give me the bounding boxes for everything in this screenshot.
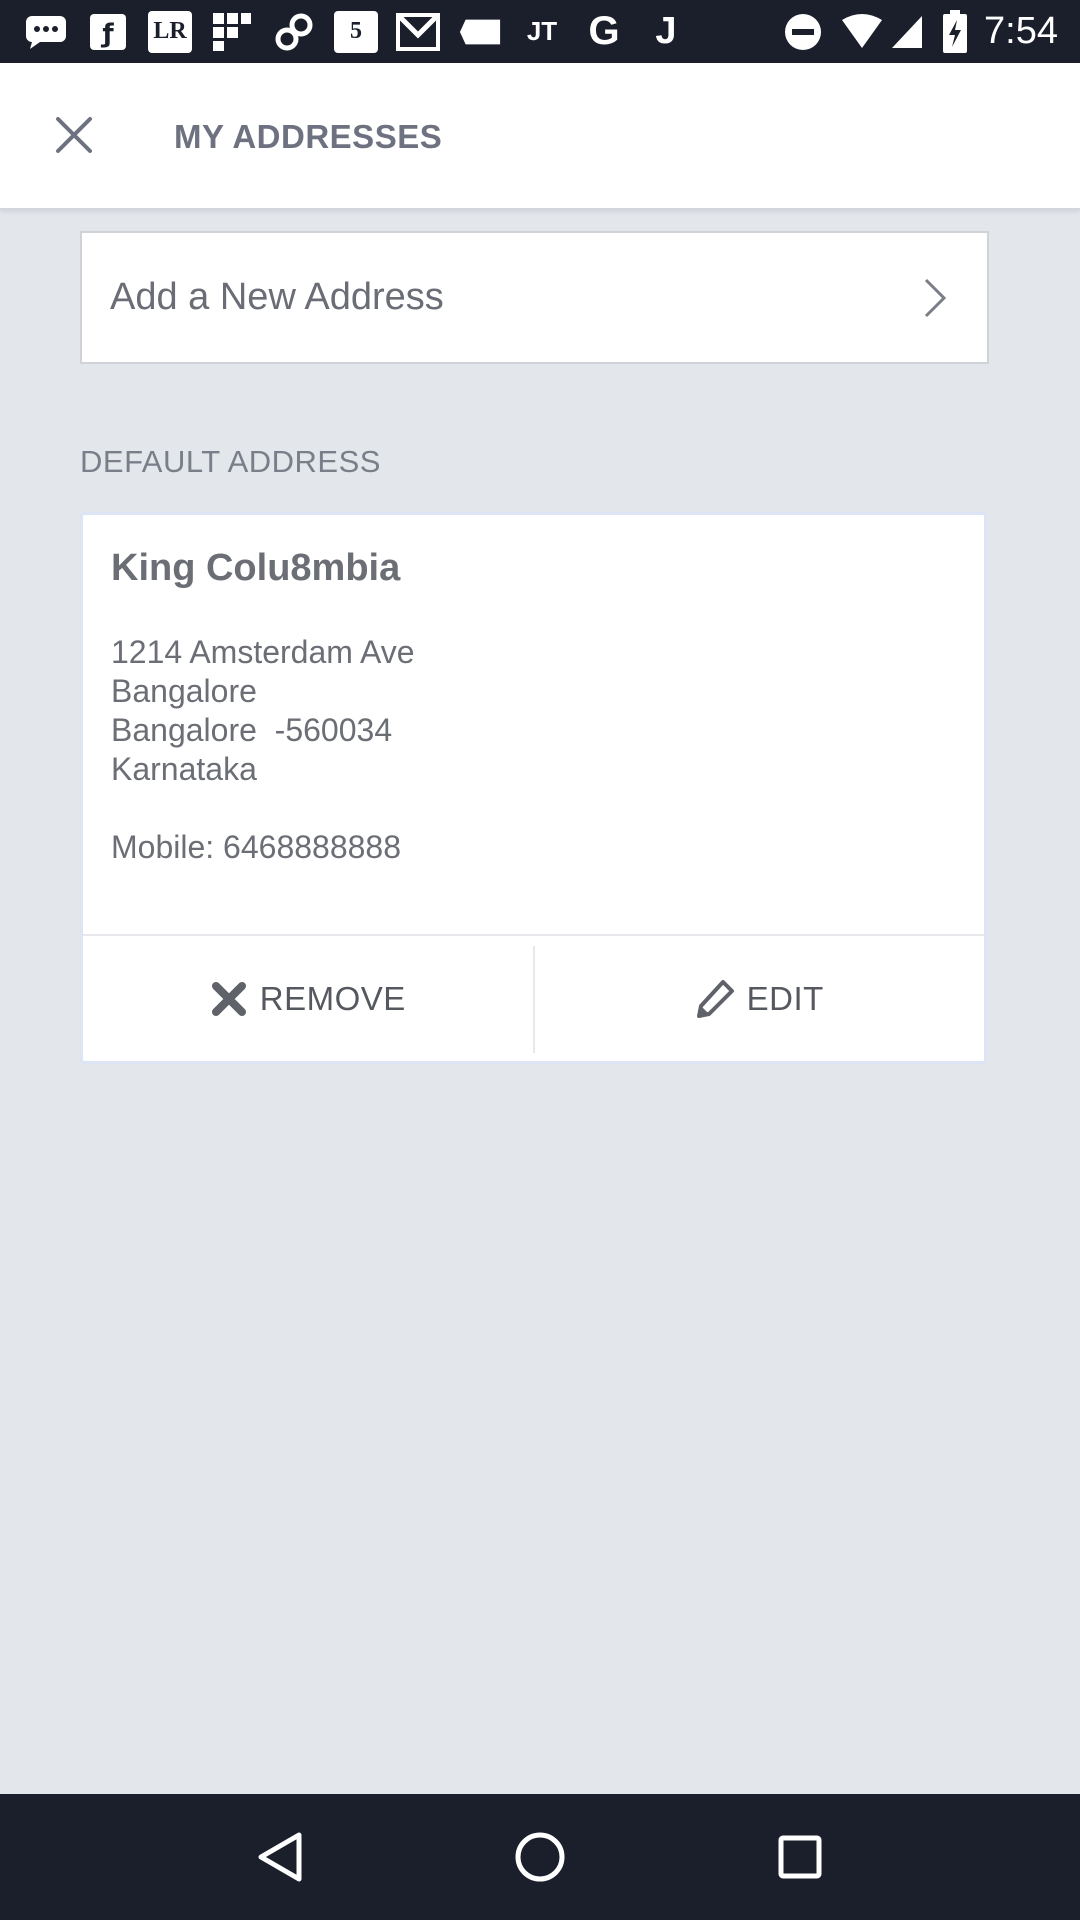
lyft-icon: ƒ bbox=[86, 10, 130, 54]
lr-icon: LR bbox=[148, 10, 192, 53]
edit-address-button[interactable]: EDIT bbox=[535, 936, 985, 1061]
address-line-locality: Bangalore bbox=[111, 673, 257, 709]
google-icon: G bbox=[588, 9, 620, 53]
back-button[interactable] bbox=[235, 1812, 325, 1902]
status-bar: ƒ LR 5 JT G J 7:54 bbox=[0, 0, 1080, 63]
jt-icon: JT bbox=[526, 16, 558, 46]
edit-label: EDIT bbox=[746, 979, 824, 1017]
recents-square-icon bbox=[778, 1835, 822, 1879]
notification-icons: ƒ LR 5 JT G J bbox=[24, 9, 706, 54]
add-new-address-label: Add a New Address bbox=[110, 276, 444, 318]
address-lines: 1214 Amsterdam Ave Bangalore Bangalore -… bbox=[111, 633, 415, 789]
card-actions: REMOVE EDIT bbox=[83, 936, 984, 1061]
address-name: King Colu8mbia bbox=[111, 547, 401, 589]
app-bar: MY ADDRESSES bbox=[0, 63, 1080, 210]
add-new-address-button[interactable]: Add a New Address bbox=[80, 231, 989, 364]
pencil-icon bbox=[695, 979, 735, 1019]
close-button[interactable] bbox=[48, 109, 100, 161]
system-icons: 7:54 bbox=[766, 9, 1058, 54]
remove-x-icon bbox=[210, 980, 248, 1018]
status-time: 7:54 bbox=[984, 10, 1058, 52]
chat-bubble-icon bbox=[24, 10, 68, 54]
chevron-right-icon bbox=[924, 278, 947, 317]
five-icon: 5 bbox=[334, 10, 378, 53]
address-line-city-pin: Bangalore -560034 bbox=[111, 712, 393, 748]
page-title: MY ADDRESSES bbox=[174, 118, 443, 155]
link-icon bbox=[272, 10, 316, 54]
screen: ƒ LR 5 JT G J 7:54 MY ADDRESSES Add a Ne… bbox=[0, 0, 1080, 1920]
grid-icon bbox=[210, 10, 254, 54]
address-line-state: Karnataka bbox=[111, 751, 257, 787]
battery-charging-icon bbox=[942, 9, 968, 54]
default-address-heading: DEFAULT ADDRESS bbox=[80, 444, 381, 479]
wifi-icon bbox=[840, 13, 884, 50]
navigation-bar bbox=[0, 1794, 1080, 1920]
back-triangle-icon bbox=[258, 1832, 302, 1882]
signal-icon bbox=[890, 14, 924, 50]
remove-label: REMOVE bbox=[259, 979, 406, 1017]
svg-text:ƒ: ƒ bbox=[100, 19, 114, 49]
do-not-disturb-icon bbox=[784, 13, 822, 51]
address-mobile: Mobile: 6468888888 bbox=[111, 829, 402, 865]
home-circle-icon bbox=[515, 1832, 565, 1882]
address-card: King Colu8mbia 1214 Amsterdam Ave Bangal… bbox=[80, 512, 987, 1064]
close-icon bbox=[56, 117, 92, 153]
recents-button[interactable] bbox=[755, 1812, 845, 1902]
remove-address-button[interactable]: REMOVE bbox=[83, 936, 533, 1061]
home-button[interactable] bbox=[495, 1812, 585, 1902]
address-line-street: 1214 Amsterdam Ave bbox=[111, 634, 415, 670]
j-icon: J bbox=[655, 10, 677, 52]
gmail-icon bbox=[396, 10, 440, 54]
tag-icon bbox=[458, 10, 502, 54]
